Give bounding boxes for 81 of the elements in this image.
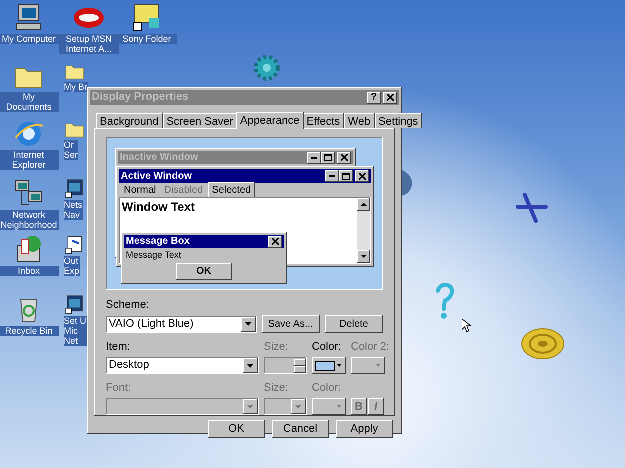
field-label: Size: (264, 341, 290, 354)
desktop-icon-label[interactable]: Inbox (0, 266, 59, 276)
desktop-icon-label[interactable]: Set U Mic Net (64, 316, 87, 346)
dropdown-button[interactable] (243, 358, 258, 373)
desktop-icon-label[interactable]: Internet Explorer (0, 150, 59, 170)
minimize-button[interactable] (325, 170, 339, 182)
window-text: Window Text (121, 199, 196, 216)
minimize-icon (311, 156, 317, 158)
dropdown-value: Desktop (109, 358, 150, 374)
close-button[interactable] (337, 152, 351, 164)
dropdown-field[interactable]: VAIO (Light Blue) (106, 316, 257, 332)
close-icon (386, 94, 394, 101)
caret-icon (247, 404, 254, 408)
field-label: Font: (106, 382, 132, 395)
mouse-pointer-icon (462, 319, 472, 333)
caret-icon (247, 364, 254, 368)
ok-button[interactable]: OK (176, 262, 232, 280)
desktop-icon-label[interactable]: Out Exp (64, 256, 80, 276)
plus-drawing (516, 193, 548, 223)
down-arrow-icon (360, 255, 366, 258)
caret-icon (337, 405, 342, 408)
message-text: Message Text (125, 249, 182, 262)
disc-drawing (520, 327, 566, 361)
desktop-icon-label[interactable]: My Br (64, 82, 88, 92)
caret-icon (244, 322, 252, 326)
dropdown-value: VAIO (Light Blue) (109, 316, 194, 332)
field-label: Color: (312, 341, 342, 354)
caret-icon (376, 364, 381, 367)
menu-item[interactable]: Normal (121, 182, 160, 198)
active-window-title: Active Window (121, 170, 192, 184)
gear-drawing (252, 54, 282, 82)
close-icon (340, 154, 348, 161)
close-button[interactable] (355, 170, 369, 182)
field-label: Item: (106, 341, 132, 354)
maximize-icon (324, 154, 332, 161)
desktop-icon-label[interactable]: Recycle Bin (0, 326, 59, 336)
tab[interactable]: Screen Saver (162, 113, 238, 128)
dialog-button[interactable]: Apply (336, 420, 393, 438)
desktop-icon-label[interactable]: Network Neighborhood (0, 210, 59, 230)
application-icon (64, 178, 86, 200)
scheme-action-button[interactable]: Delete (324, 315, 384, 333)
caret-icon (337, 364, 342, 367)
orb-drawing (402, 170, 414, 196)
field-label: Color: (312, 382, 342, 395)
minimize-icon (329, 175, 335, 177)
dialog-button[interactable]: OK (208, 420, 265, 438)
inactive-window-title: Inactive Window (120, 151, 198, 165)
color-picker-button[interactable] (312, 357, 346, 374)
close-button[interactable] (268, 236, 282, 248)
close-button[interactable] (383, 92, 397, 104)
desktop-icon-label[interactable]: Or Ser (64, 140, 78, 160)
question-mark-drawing (434, 283, 456, 321)
up-arrow-icon (360, 203, 366, 206)
close-icon (272, 238, 278, 245)
field-label: Scheme: (106, 299, 150, 312)
caret-icon (295, 404, 302, 408)
tab[interactable]: Background (96, 113, 163, 128)
maximize-button[interactable] (321, 152, 335, 164)
application-icon (64, 294, 86, 316)
maximize-button[interactable] (339, 170, 353, 182)
desktop-icon-label[interactable]: My Computer (0, 34, 59, 44)
close-icon (358, 172, 366, 180)
field-label: Color 2: (351, 341, 390, 354)
maximize-icon (342, 172, 350, 180)
scheme-action-button[interactable]: Save As... (262, 315, 320, 333)
field-label: Size: (264, 382, 290, 395)
dialog-title: Display Properties (92, 90, 189, 106)
desktop-icon-label[interactable]: My Documents (0, 92, 59, 112)
tab[interactable]: Settings (374, 113, 422, 128)
desktop-icon-label[interactable]: Setup MSN Internet A... (59, 34, 119, 54)
tab[interactable]: Web (344, 113, 375, 128)
dialog-button[interactable]: Cancel (272, 420, 329, 438)
message-box-title: Message Box (126, 235, 190, 249)
desktop-icon-label[interactable]: Nets Nav (64, 200, 83, 220)
desktop-icon-label[interactable]: Sony Folder (117, 34, 177, 44)
tab[interactable]: Appearance (236, 112, 304, 129)
tab[interactable]: Effects (302, 113, 344, 128)
minimize-button[interactable] (307, 152, 321, 164)
dropdown-button[interactable] (240, 316, 256, 332)
dropdown-field[interactable]: Desktop (106, 357, 259, 374)
help-button[interactable]: ? (367, 92, 381, 104)
